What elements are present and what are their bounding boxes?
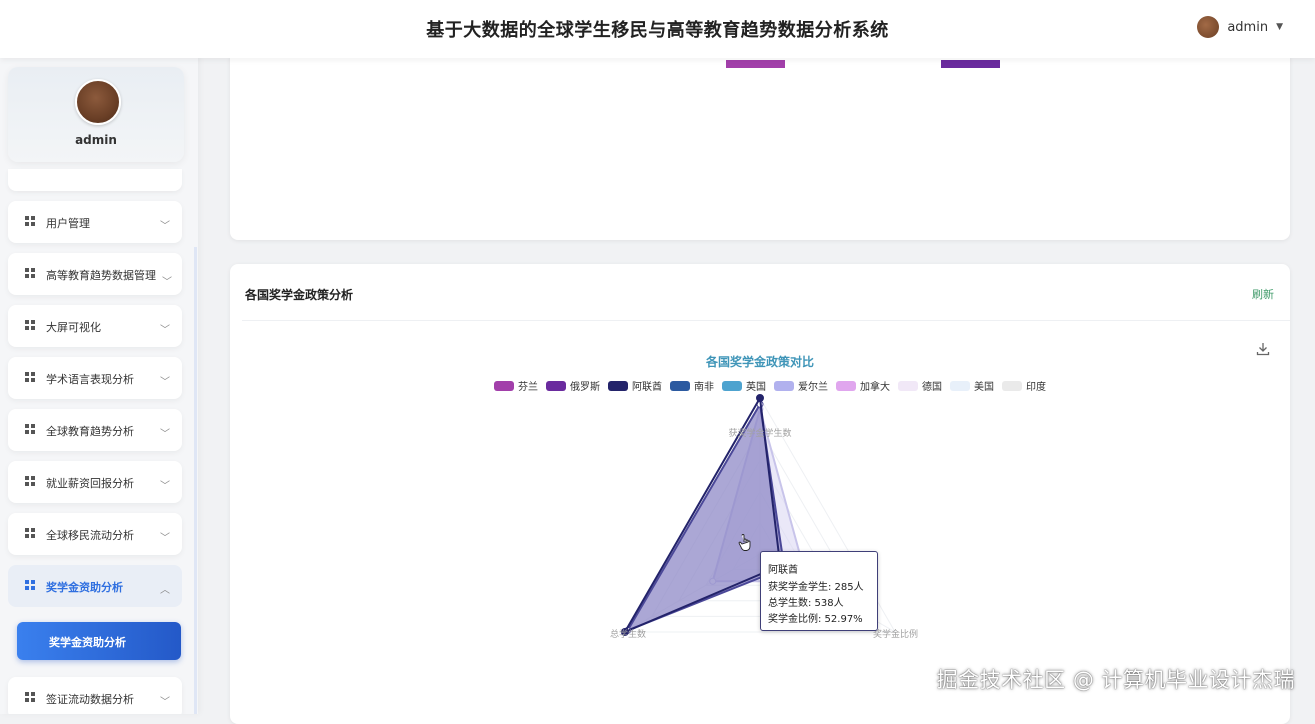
tooltip-series: 阿联酋 [768,565,798,576]
sidebar: admin 用户管理 ﹀ 高等教育趋势数据管理 ﹀ 大屏可视化 ﹀ 学术语言表现… [0,47,198,714]
sidebar-item-visa[interactable]: 签证流动数据分析 ﹀ [8,677,182,714]
submenu-item-scholarship-analysis[interactable]: 奖学金资助分析 [17,622,181,660]
grid-icon [25,692,35,702]
chevron-down-icon: ﹀ [160,429,170,440]
grid-icon [25,320,35,330]
grid-icon [25,216,35,226]
grid-icon [25,528,35,538]
scholarship-policy-card: 各国奖学金政策分析 刷新 各国奖学金政策对比 芬兰 俄罗斯 阿联酋 南非 英国 爱尔兰 加拿… [230,264,1290,724]
radar-chart: 获奖学金学生数总学生数 奖学金比例 [610,394,918,640]
radar-axis-label: 获奖学金学生数 [728,427,791,439]
sidebar-item-education-data[interactable]: 高等教育趋势数据管理 ﹀ [8,253,182,295]
chart-bar-stub [726,60,785,68]
chevron-up-icon: ︿ [160,585,170,596]
username: admin [1227,19,1269,35]
grid-icon [25,268,35,278]
avatar[interactable] [75,79,121,125]
tooltip-line: 总学生数: 538人 [768,598,844,609]
page-title: 基于大数据的全球学生移民与高等教育趋势数据分析系统 [426,20,889,41]
sidebar-item-label: 奖学金资助分析 [46,581,123,594]
sidebar-item-big-screen[interactable]: 大屏可视化 ﹀ [8,305,182,347]
chevron-down-icon: ﹀ [160,697,170,708]
hand-cursor-icon [738,534,751,551]
radar-axis-label: 总学生数 [610,628,646,640]
scrollbar[interactable] [194,247,197,714]
sidebar-item-label: 全球教育趋势分析 [46,425,134,438]
sidebar-item-migration[interactable]: 全球移民流动分析 ﹀ [8,513,182,555]
radar-point [756,394,764,402]
sidebar-item-label: 就业薪资回报分析 [46,477,134,490]
avatar [1197,16,1220,38]
sidebar-item-label: 用户管理 [46,217,90,230]
profile-card: admin [8,67,184,162]
tooltip-line: 奖学金比例: 52.97% [768,614,863,625]
previous-chart-card [230,50,1290,240]
caret-down-icon: ▼ [1276,22,1283,32]
profile-name: admin [75,133,117,147]
chevron-down-icon: ﹀ [160,481,170,492]
sidebar-item-label: 学术语言表现分析 [46,373,134,386]
user-menu[interactable]: admin ▼ [1197,16,1283,38]
sidebar-item-scholarship[interactable]: 奖学金资助分析 ︿ [8,565,182,607]
sidebar-item-label: 全球移民流动分析 [46,529,134,542]
sidebar-item-label: 签证流动数据分析 [46,693,134,706]
watermark: 掘金技术社区 @ 计算机毕业设计杰瑞 [936,668,1295,692]
submenu-item-label: 奖学金资助分析 [49,636,126,649]
chevron-down-icon: ﹀ [160,221,170,232]
chevron-down-icon: ﹀ [160,325,170,336]
grid-icon [25,476,35,486]
menu-item-stub[interactable] [8,169,182,191]
radar-axis-label: 奖学金比例 [873,628,918,640]
sidebar-item-edu-trend[interactable]: 全球教育趋势分析 ﹀ [8,409,182,451]
grid-icon [25,580,35,590]
sidebar-item-label: 高等教育趋势数据管理 [46,269,156,282]
tooltip-line: 获奖学金学生: 285人 [768,582,864,593]
chevron-down-icon: ﹀ [160,533,170,544]
grid-icon [25,372,35,382]
sidebar-item-language[interactable]: 学术语言表现分析 ﹀ [8,357,182,399]
sidebar-item-label: 大屏可视化 [46,321,101,334]
chevron-down-icon: ﹀ [160,377,170,388]
chart-bar-stub [941,60,1000,68]
top-bar: 基于大数据的全球学生移民与高等教育趋势数据分析系统 admin ▼ [0,0,1315,58]
chevron-down-icon: ﹀ [162,277,172,288]
sidebar-item-user-management[interactable]: 用户管理 ﹀ [8,201,182,243]
grid-icon [25,424,35,434]
chart-tooltip: 阿联酋 获奖学金学生: 285人 总学生数: 538人 奖学金比例: 52.97… [760,551,878,631]
sidebar-item-salary[interactable]: 就业薪资回报分析 ﹀ [8,461,182,503]
